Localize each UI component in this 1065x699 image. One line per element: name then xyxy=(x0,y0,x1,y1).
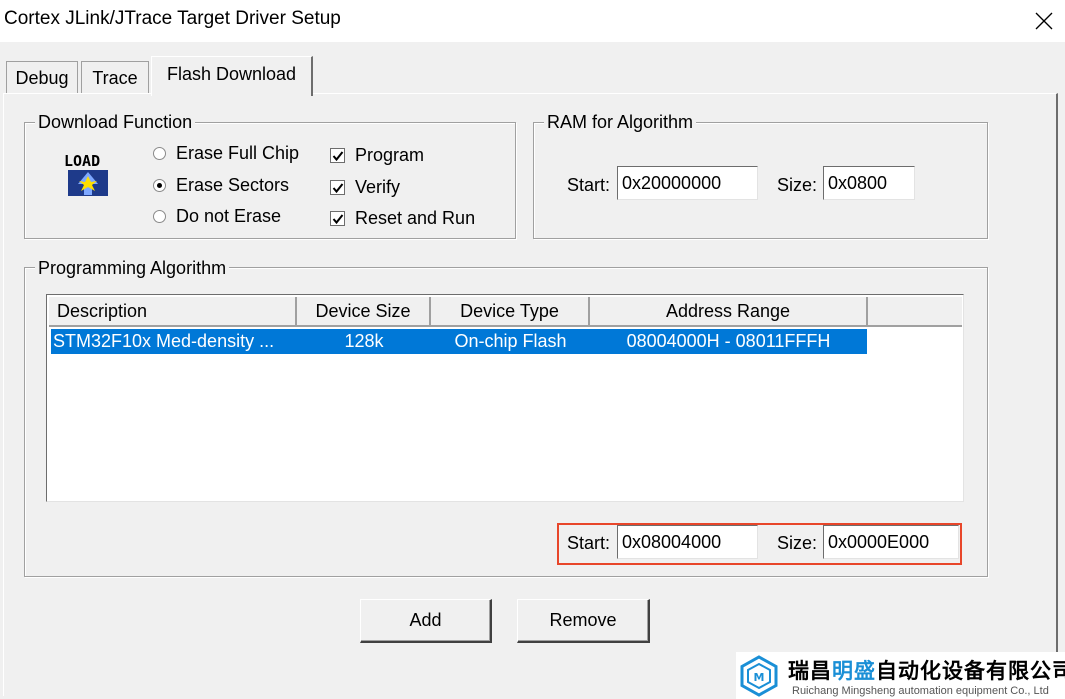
radio-erase-full-chip[interactable]: Erase Full Chip xyxy=(153,143,299,164)
svg-text:LOAD: LOAD xyxy=(64,152,100,170)
ram-size-label: Size: xyxy=(777,175,818,195)
tab-trace[interactable]: Trace xyxy=(81,61,149,94)
column-description[interactable]: Description xyxy=(49,297,297,327)
column-device-type[interactable]: Device Type xyxy=(431,297,590,327)
cell-address-range: 08004000H - 08011FFFH xyxy=(626,331,831,351)
cell-device-type: On-chip Flash xyxy=(454,331,567,351)
column-address-range[interactable]: Address Range xyxy=(590,297,868,327)
checkbox-reset-and-run[interactable]: Reset and Run xyxy=(330,208,475,229)
checkbox[interactable] xyxy=(330,148,345,163)
ram-start-label: Start: xyxy=(567,175,611,195)
highlight-annotation-box xyxy=(557,523,962,565)
radio-button-selected[interactable] xyxy=(153,179,166,192)
checkbox-program[interactable]: Program xyxy=(330,145,424,166)
close-button[interactable] xyxy=(1027,6,1061,36)
column-device-size[interactable]: Device Size xyxy=(297,297,431,327)
cell-device-size: 128k xyxy=(344,331,384,351)
company-name-en: Ruichang Mingsheng automation equipment … xyxy=(792,684,1049,697)
checkbox[interactable] xyxy=(330,211,345,226)
checkmark-icon xyxy=(332,183,344,194)
svg-text:M: M xyxy=(754,671,765,684)
load-icon: LOAD xyxy=(62,150,114,205)
company-watermark: M 瑞昌明盛自动化设备有限公司 Ruichang Mingsheng autom… xyxy=(736,652,1065,699)
download-function-title: Download Function xyxy=(35,112,196,132)
checkmark-icon xyxy=(332,214,344,225)
radio-erase-sectors[interactable]: Erase Sectors xyxy=(153,175,289,196)
close-icon xyxy=(1035,12,1053,30)
algorithm-list-header: Description Device Size Device Type Addr… xyxy=(49,297,962,327)
ram-for-algorithm-title: RAM for Algorithm xyxy=(544,112,697,132)
add-button[interactable]: Add xyxy=(360,599,492,643)
checkbox[interactable] xyxy=(330,180,345,195)
company-logo-icon: M xyxy=(740,654,778,697)
company-name-cn: 瑞昌明盛自动化设备有限公司 xyxy=(788,659,1065,683)
algorithm-list[interactable]: Description Device Size Device Type Addr… xyxy=(46,294,964,502)
remove-button[interactable]: Remove xyxy=(517,599,650,643)
title-bar: Cortex JLink/JTrace Target Driver Setup xyxy=(0,0,1065,42)
cell-description: STM32F10x Med-density ... xyxy=(53,331,275,351)
programming-algorithm-title: Programming Algorithm xyxy=(35,258,230,278)
tab-flash-download[interactable]: Flash Download xyxy=(151,56,313,96)
radio-do-not-erase[interactable]: Do not Erase xyxy=(153,206,281,227)
radio-button[interactable] xyxy=(153,147,166,160)
checkbox-verify[interactable]: Verify xyxy=(330,177,400,198)
company-name-block: 瑞昌明盛自动化设备有限公司 Ruichang Mingsheng automat… xyxy=(788,655,1065,697)
column-filler xyxy=(868,297,962,327)
radio-button[interactable] xyxy=(153,210,166,223)
window-title: Cortex JLink/JTrace Target Driver Setup xyxy=(4,8,341,29)
checkmark-icon xyxy=(332,151,344,162)
table-row[interactable]: STM32F10x Med-density ... 128k On-chip F… xyxy=(51,329,867,354)
ram-size-input[interactable]: 0x0800 xyxy=(823,166,915,200)
tab-debug[interactable]: Debug xyxy=(6,61,78,94)
ram-start-input[interactable]: 0x20000000 xyxy=(617,166,758,200)
